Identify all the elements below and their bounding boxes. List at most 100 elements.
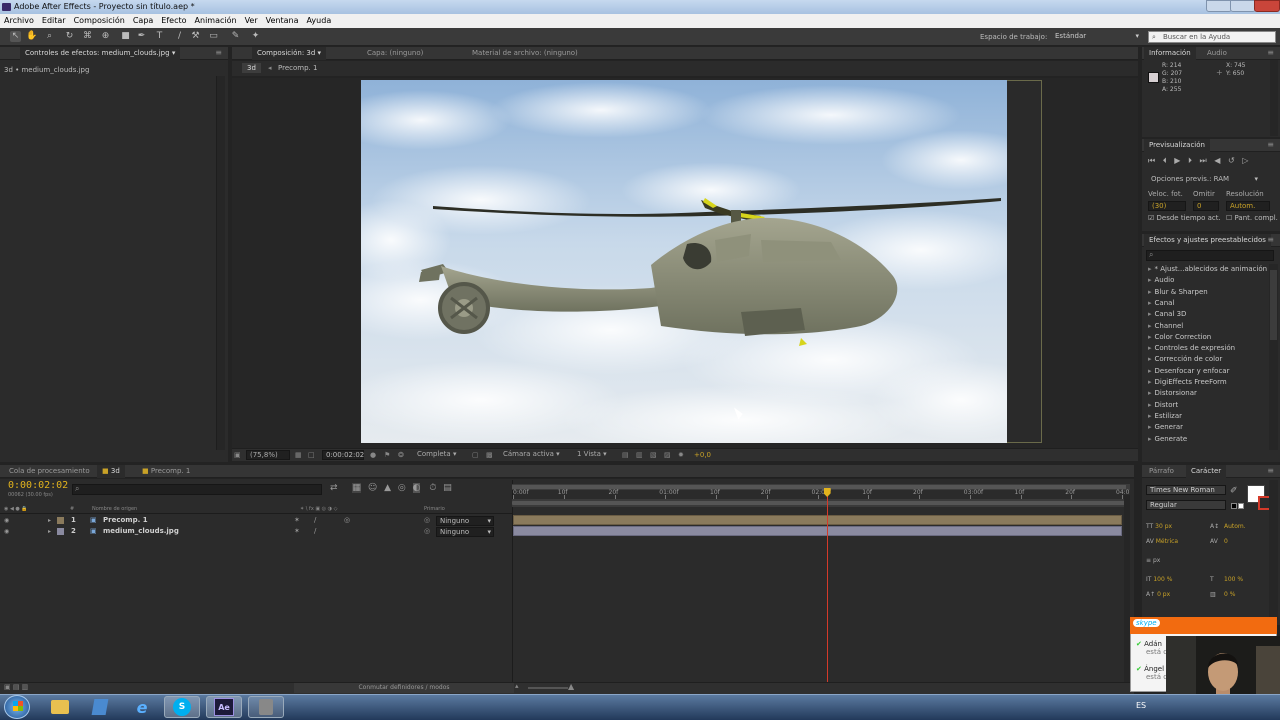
playhead[interactable] <box>826 488 828 684</box>
mask-visibility-icon[interactable]: □ <box>308 451 315 459</box>
pickwhip-icon[interactable]: ◎ <box>424 526 430 537</box>
effect-category-item[interactable]: Color Correction <box>1148 333 1212 341</box>
quality-switch-icon[interactable]: / <box>314 515 316 526</box>
layer-bar-precomp[interactable] <box>513 515 1122 525</box>
collapse-switch-icon[interactable]: ◎ <box>344 515 350 526</box>
brainstorm-icon[interactable]: ◐ <box>412 483 421 493</box>
maximize-button[interactable] <box>1230 0 1256 12</box>
language-indicator[interactable]: ES <box>1136 701 1146 710</box>
always-preview-icon[interactable]: ▣ <box>234 451 241 459</box>
taskbar-after-effects[interactable]: Ae <box>206 696 242 718</box>
graph-editor-icon[interactable]: ▤ <box>443 483 452 493</box>
selection-tool-icon[interactable]: ↖ <box>10 31 21 42</box>
timeline-search-input[interactable]: ⌕ <box>72 484 322 495</box>
stroke-width-value[interactable]: px <box>1153 557 1160 564</box>
panel-menu-icon[interactable]: ≡ <box>215 48 222 57</box>
effect-category-item[interactable]: Estilizar <box>1148 412 1183 420</box>
toggle-switches-modes[interactable]: Conmutar definidores / modos <box>294 683 514 693</box>
tsume-value[interactable]: 0 % <box>1224 587 1235 602</box>
rectangle-tool-icon[interactable]: ■ <box>120 31 131 42</box>
label-color-swatch[interactable] <box>57 528 64 535</box>
expand-arrow-icon[interactable]: ▸ <box>48 515 51 526</box>
preview-options-dropdown[interactable]: Opciones previs.: RAM ▾ <box>1148 175 1258 185</box>
play-icon[interactable]: ▶ <box>1174 156 1180 165</box>
effect-category-item[interactable]: Corrección de color <box>1148 355 1223 363</box>
comp-mini-flowchart-icon[interactable]: ⇄ <box>330 483 338 493</box>
flowchart-icon[interactable]: ▨ <box>664 451 671 459</box>
tab-timeline-3d[interactable]: ■ 3d <box>97 465 125 478</box>
effect-category-item[interactable]: * Ajust...ablecidos de animación <box>1148 265 1268 273</box>
camera-view-dropdown[interactable]: Cámara activa ▾ <box>500 450 568 460</box>
parent-dropdown[interactable]: Ninguno ▾ <box>436 516 494 526</box>
help-search-input[interactable]: ⌕ Buscar en la Ayuda <box>1148 31 1276 43</box>
rotate-tool-icon[interactable]: ↻ <box>64 31 75 42</box>
auto-keyframe-icon[interactable]: ⏱ <box>429 483 436 493</box>
menu-efecto[interactable]: Efecto <box>157 14 190 28</box>
last-frame-icon[interactable]: ⏭ <box>1200 156 1207 165</box>
menu-ayuda[interactable]: Ayuda <box>303 14 336 28</box>
layer-bar-clouds[interactable] <box>513 526 1122 536</box>
character-scrollbar[interactable] <box>1269 480 1278 620</box>
from-current-checkbox[interactable]: ☑ Desde tiempo act. <box>1148 214 1221 222</box>
taskbar-internet-explorer[interactable]: e <box>124 696 160 718</box>
effect-controls-scrollbar[interactable] <box>216 76 225 450</box>
zoom-in-icon[interactable]: ▲ <box>568 682 574 691</box>
composition-canvas[interactable] <box>361 80 1007 443</box>
layer-name[interactable]: Precomp. 1 <box>103 515 148 526</box>
minimize-button[interactable] <box>1206 0 1232 12</box>
puppet-tool-icon[interactable]: ✦ <box>250 31 261 42</box>
resolution-dropdown[interactable]: Completa ▾ <box>414 450 466 460</box>
ram-preview-icon[interactable]: ▷ <box>1242 156 1248 165</box>
taskbar-explorer[interactable] <box>42 696 78 718</box>
effect-category-item[interactable]: Distort <box>1148 401 1179 409</box>
comp-nav-precomp[interactable]: Precomp. 1 <box>278 64 317 72</box>
panel-menu-icon[interactable]: ≡ <box>1267 48 1274 57</box>
zoom-out-icon[interactable]: ▴ <box>515 682 519 690</box>
draft-3d-icon[interactable]: ▦ <box>352 483 361 493</box>
parent-dropdown[interactable]: Ninguno ▾ <box>436 527 494 537</box>
zoom-slider[interactable] <box>528 687 568 689</box>
menu-ventana[interactable]: Ventana <box>262 14 303 28</box>
font-size-value[interactable]: 30 px <box>1155 523 1172 530</box>
effect-category-item[interactable]: Canal <box>1148 299 1175 307</box>
effect-category-item[interactable]: DigiEffects FreeForm <box>1148 378 1227 386</box>
parent-header[interactable]: Primario <box>424 504 445 514</box>
source-name-header[interactable]: Nombre de origen <box>92 504 137 514</box>
panel-menu-icon[interactable]: ≡ <box>1267 140 1274 149</box>
expand-arrow-icon[interactable]: ▸ <box>48 526 51 537</box>
taskbar-skype[interactable]: S <box>164 696 200 718</box>
tab-footage[interactable]: Material de archivo: (ninguno) <box>467 47 583 60</box>
panel-menu-icon[interactable]: ≡ <box>1267 466 1274 475</box>
tab-composition[interactable]: Composición: 3d ▾ <box>252 47 327 60</box>
pan-behind-tool-icon[interactable]: ⊕ <box>100 31 111 42</box>
tracking-value[interactable]: 0 <box>1224 534 1228 549</box>
preview-resolution-dropdown[interactable]: Autom. <box>1226 201 1270 211</box>
shy-switch-icon[interactable]: ✶ <box>294 526 300 537</box>
horizontal-scale-value[interactable]: 100 % <box>1224 572 1243 587</box>
tab-audio[interactable]: Audio <box>1202 47 1232 60</box>
prev-frame-icon[interactable]: ⏴ <box>1163 156 1167 165</box>
pickwhip-icon[interactable]: ◎ <box>424 515 430 526</box>
menu-ver[interactable]: Ver <box>241 14 262 28</box>
zoom-tool-icon[interactable]: ⌕ <box>44 31 55 42</box>
transparency-grid-icon[interactable]: ▩ <box>486 451 493 459</box>
black-swatch[interactable] <box>1231 503 1237 509</box>
effect-category-item[interactable]: Distorsionar <box>1148 389 1197 397</box>
tab-paragraph[interactable]: Párrafo <box>1144 465 1179 478</box>
current-time-display[interactable]: 0:00:02:02 <box>322 450 364 460</box>
eyedropper-icon[interactable]: ✐ <box>1230 486 1238 496</box>
show-snapshot-icon[interactable]: ⚑ <box>384 451 390 459</box>
expand-layer-switches-icon[interactable]: ▣ ▤ ▥ <box>4 683 28 691</box>
layer-row[interactable]: ◉ ▸ 1 ▣ Precomp. 1 ✶ / ◎ ◎ Ninguno ▾ <box>0 515 512 526</box>
visibility-eye-icon[interactable]: ◉ <box>4 515 9 526</box>
hand-tool-icon[interactable]: ✋ <box>26 31 37 42</box>
hide-shy-icon[interactable]: ☺ <box>368 483 377 493</box>
windows-start-button[interactable] <box>4 695 30 719</box>
frame-blending-icon[interactable]: ▲ <box>384 483 391 493</box>
brush-tool-icon[interactable]: / <box>174 31 185 42</box>
tab-layer[interactable]: Capa: (ninguno) <box>362 47 428 60</box>
skip-input[interactable]: 0 <box>1193 201 1219 211</box>
menu-composicion[interactable]: Composición <box>70 14 129 28</box>
leading-value[interactable]: Autom. <box>1224 519 1246 534</box>
skype-contact-2[interactable]: ✔ Ángel está c <box>1136 665 1167 681</box>
